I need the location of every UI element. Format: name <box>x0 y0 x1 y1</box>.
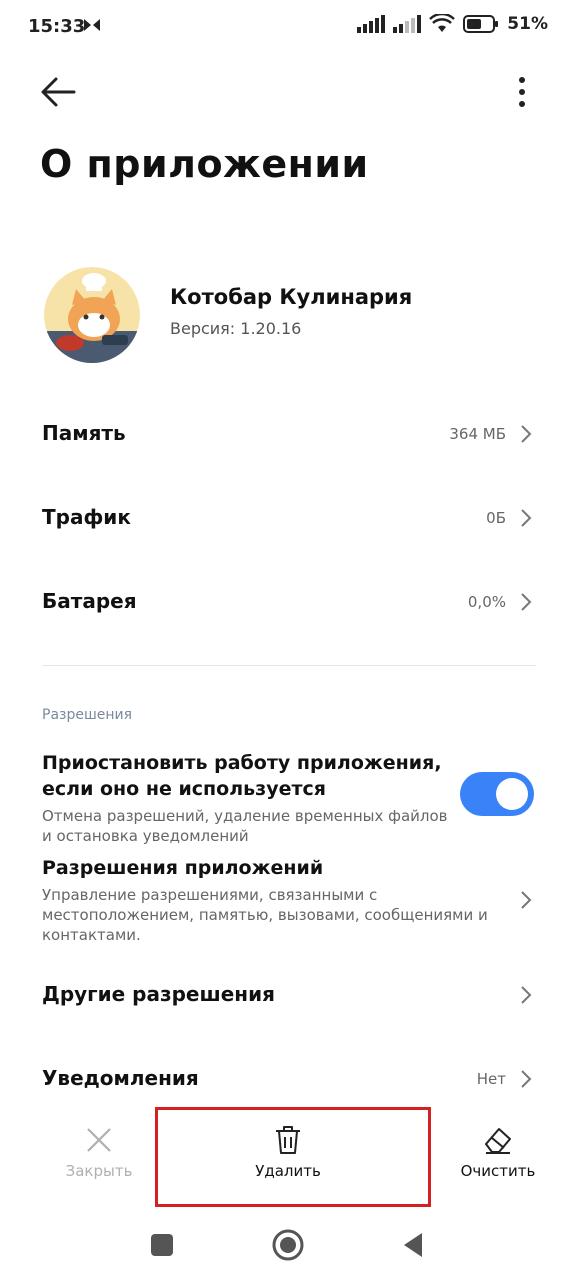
status-time: 15:33 <box>28 16 86 37</box>
app-name: Котобар Кулинария <box>170 285 413 309</box>
close-icon <box>87 1128 111 1152</box>
close-button[interactable]: Закрыть <box>40 1108 158 1208</box>
chevron-right-icon <box>521 425 532 443</box>
home-circle-icon[interactable] <box>271 1228 305 1262</box>
notifications-row[interactable]: Уведомления Нет <box>42 1048 536 1108</box>
row-battery[interactable]: Батарея 0,0% <box>42 571 536 631</box>
row-battery-label: Батарея <box>42 589 137 613</box>
page-title: О приложении <box>40 142 369 186</box>
row-traffic-value: 0Б <box>486 509 506 527</box>
row-memory[interactable]: Память 364 МБ <box>42 403 536 463</box>
recents-square-icon[interactable] <box>145 1228 179 1262</box>
back-triangle-icon[interactable] <box>396 1228 430 1262</box>
chevron-right-icon <box>521 593 532 611</box>
row-memory-value: 364 МБ <box>449 425 506 443</box>
chevron-right-icon <box>521 1070 532 1088</box>
permissions-section-title: Разрешения <box>42 707 133 723</box>
row-memory-label: Память <box>42 421 126 445</box>
delete-highlight-box <box>155 1107 431 1207</box>
pause-app-toggle[interactable] <box>460 772 534 816</box>
clear-label: Очистить <box>460 1162 536 1180</box>
app-permissions-title: Разрешения приложений <box>42 857 324 879</box>
more-vertical-icon[interactable] <box>508 72 536 112</box>
chevron-right-icon <box>521 509 532 527</box>
row-traffic[interactable]: Трафик 0Б <box>42 487 536 547</box>
clear-button[interactable]: Очистить <box>430 1108 566 1208</box>
chevron-right-icon <box>521 986 532 1004</box>
divider <box>42 665 536 666</box>
battery-percent: 51% <box>507 14 548 34</box>
arrow-left-icon[interactable] <box>38 74 78 110</box>
chevron-right-icon <box>521 891 532 909</box>
close-label: Закрыть <box>65 1162 133 1180</box>
eraser-icon <box>485 1128 511 1154</box>
app-permissions-description: Управление разрешениями, связанными с ме… <box>42 886 488 944</box>
status-indicators: 51% <box>357 14 548 34</box>
signal-2-icon <box>393 15 422 33</box>
toggle-knob <box>496 778 528 810</box>
app-icon <box>44 267 140 363</box>
pause-app-description: Отмена разрешений, удаление временных фа… <box>42 807 448 845</box>
notifications-title: Уведомления <box>42 1066 199 1090</box>
pause-app-setting[interactable]: Приостановить работу приложения, если он… <box>42 750 452 846</box>
app-permissions-row[interactable]: Разрешения приложений Управление разреше… <box>42 855 536 945</box>
other-permissions-row[interactable]: Другие разрешения <box>42 964 536 1024</box>
app-header: Котобар Кулинария Версия: 1.20.16 <box>44 265 544 365</box>
status-bar: 15:33 51% <box>0 0 576 56</box>
app-version: Версия: 1.20.16 <box>170 319 302 338</box>
wifi-icon <box>429 14 456 32</box>
row-traffic-label: Трафик <box>42 505 131 529</box>
system-nav-bar <box>0 1208 576 1280</box>
signal-icon <box>357 15 386 33</box>
notifications-value: Нет <box>476 1070 506 1088</box>
notification-glyph-icon <box>84 19 100 31</box>
other-permissions-title: Другие разрешения <box>42 982 275 1006</box>
top-bar <box>0 70 576 114</box>
row-battery-value: 0,0% <box>467 593 506 611</box>
battery-icon <box>463 15 499 33</box>
pause-app-title: Приостановить работу приложения, если он… <box>42 752 442 800</box>
